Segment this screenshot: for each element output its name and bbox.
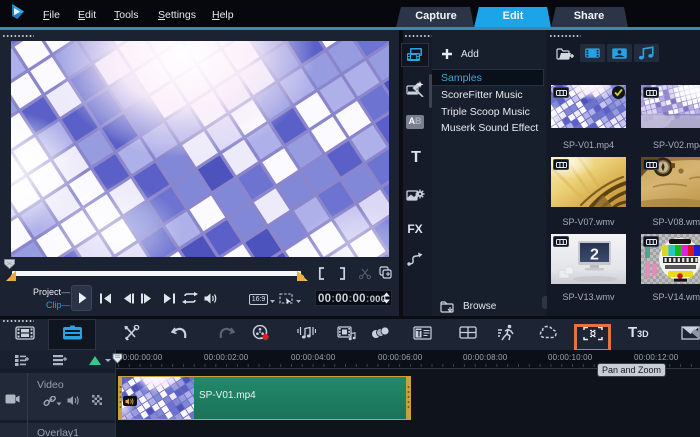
svg-text:T: T <box>416 329 422 339</box>
svg-text:2: 2 <box>590 247 599 264</box>
